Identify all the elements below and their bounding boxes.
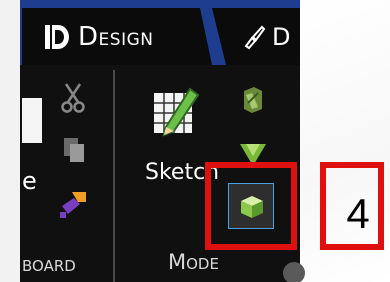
group-label-clipboard: board: [22, 252, 76, 276]
scissors-icon[interactable]: [60, 82, 86, 114]
group-label-mode: Mode: [168, 250, 219, 274]
tab-next-label: D: [272, 22, 291, 51]
format-painter-icon[interactable]: [58, 188, 90, 220]
tab-design-label: Design: [78, 21, 154, 52]
left-edge: [0, 0, 20, 282]
section-mode-icon[interactable]: [240, 85, 266, 115]
group-divider: [113, 70, 115, 282]
copy-icon[interactable]: [62, 136, 88, 166]
clipboard-paste-fragment: [22, 98, 42, 143]
annotation-highlight-box: [205, 162, 297, 250]
tab-design[interactable]: Design: [22, 8, 212, 65]
brush-icon: [244, 25, 266, 49]
screenshot: Design D e board Sketch Mode 4: [0, 0, 390, 282]
ribbon-scroll-button[interactable]: [283, 262, 305, 282]
tab-next[interactable]: D: [212, 8, 300, 65]
sketch-icon[interactable]: [150, 85, 200, 137]
clipboard-button-label: e: [22, 167, 37, 195]
design-app-icon: [45, 24, 69, 49]
annotation-number: 4: [346, 190, 370, 237]
